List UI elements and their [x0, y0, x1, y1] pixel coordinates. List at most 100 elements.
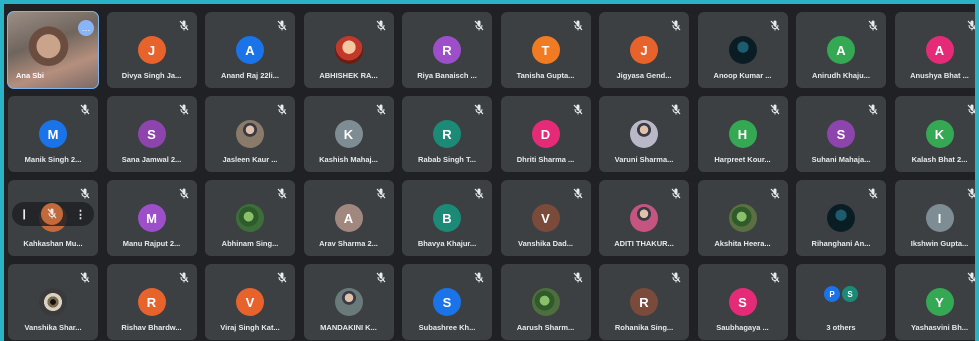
participant-tile[interactable]: A Anushya Bhat ... — [894, 12, 975, 88]
mic-off-icon — [80, 271, 90, 283]
mic-off-icon — [376, 271, 386, 283]
participant-name: Riya Banaisch ... — [417, 71, 477, 80]
participant-name: Arav Sharma 2... — [319, 239, 378, 248]
participant-tile[interactable]: D Dhriti Sharma ... — [500, 96, 591, 172]
avatar: K — [334, 120, 363, 148]
avatar: H — [728, 120, 757, 148]
participant-name: Kalash Bhat 2... — [911, 155, 968, 164]
participant-tile[interactable]: S Saubhagaya ... — [697, 264, 788, 340]
mic-off-icon — [967, 103, 975, 115]
mic-off-icon — [967, 19, 975, 31]
avatar: D — [531, 120, 560, 148]
mic-off-icon — [376, 19, 386, 31]
participant-tile[interactable]: V Viraj Singh Kat... — [205, 264, 295, 340]
participant-tile[interactable]: K Kalash Bhat 2... — [894, 96, 975, 172]
mic-off-icon — [770, 19, 780, 31]
avatar — [630, 204, 658, 232]
avatar: S — [137, 120, 166, 148]
avatar — [334, 288, 363, 316]
participant-tile[interactable]: ADITI THAKUR... — [599, 180, 689, 256]
participant-name: Akshita Heera... — [714, 239, 771, 248]
avatar: V — [531, 204, 560, 232]
participant-tile[interactable]: J Jigyasa Gend... — [599, 12, 689, 88]
mic-off-icon — [277, 19, 287, 31]
participant-tile[interactable]: Anoop Kumar ... — [697, 12, 788, 88]
mic-off-icon — [770, 271, 780, 283]
participant-name: Divya Singh Ja... — [121, 71, 182, 80]
mic-off-icon — [573, 271, 583, 283]
participant-name: Rohanika Sing... — [614, 323, 674, 332]
participant-name: Jigyasa Gend... — [616, 71, 672, 80]
participant-name: Anushya Bhat ... — [910, 71, 969, 80]
participant-tile[interactable]: V Vanshika Dad... — [500, 180, 591, 256]
participant-name: Ikshwin Gupta... — [910, 239, 969, 248]
more-options-icon[interactable]: … — [78, 20, 94, 36]
participant-tile[interactable]: A Arav Sharma 2... — [303, 180, 394, 256]
participant-tile[interactable]: A Anirudh Khaju... — [796, 12, 886, 88]
participant-tile[interactable]: ABHISHEK RA... — [303, 12, 394, 88]
participant-tile[interactable]: T Tanisha Gupta... — [500, 12, 591, 88]
mic-off-icon — [179, 103, 189, 115]
participant-tile[interactable]: S Sana Jamwal 2... — [106, 96, 197, 172]
avatar: S — [842, 286, 858, 302]
participant-tile[interactable]: R Rabab Singh T... — [402, 96, 492, 172]
mute-participant-button[interactable] — [40, 203, 63, 225]
avatar — [630, 120, 658, 148]
participant-tile[interactable]: Varuni Sharma... — [599, 96, 689, 172]
tile-hover-controls: ❙ ⋮ — [12, 202, 94, 226]
participant-tile[interactable]: A Anand Raj 22li... — [205, 12, 295, 88]
participant-name: Aarush Sharm... — [516, 323, 575, 332]
participant-tile[interactable]: R Rishav Bhardw... — [106, 264, 197, 340]
participant-tile[interactable]: S Suhani Mahaja... — [796, 96, 886, 172]
participant-name: Manu Rajput 2... — [122, 239, 181, 248]
participant-tile[interactable]: PS 3 others — [796, 264, 886, 340]
avatar — [236, 120, 264, 148]
avatar: Y — [925, 288, 954, 316]
avatar: S — [433, 288, 461, 316]
participant-name: 3 others — [826, 323, 856, 332]
mic-off-icon — [277, 103, 287, 115]
participant-tile[interactable]: Jasleen Kaur ... — [205, 96, 295, 172]
avatar: J — [630, 36, 658, 64]
participant-tile[interactable]: Aarush Sharm... — [500, 264, 591, 340]
participant-tile[interactable]: B Bhavya Khajur... — [402, 180, 492, 256]
mic-off-icon — [868, 187, 878, 199]
mic-off-icon — [474, 19, 484, 31]
participant-tile[interactable]: R Riya Banaisch ... — [402, 12, 492, 88]
participant-name: Manik Singh 2... — [24, 155, 82, 164]
avatar: S — [827, 120, 855, 148]
participant-tile[interactable]: R Rohanika Sing... — [599, 264, 689, 340]
participant-tile[interactable]: M Manik Singh 2... — [8, 96, 98, 172]
participant-grid: … Ana Sbi J Divya Singh Ja... A Anand Raj 22l… — [7, 11, 975, 340]
avatar: A — [925, 36, 954, 64]
participant-tile[interactable]: M Manu Rajput 2... — [106, 180, 197, 256]
participant-tile[interactable]: J Divya Singh Ja... — [106, 12, 197, 88]
mic-off-icon — [671, 271, 681, 283]
avatar: R — [433, 120, 461, 148]
avatar — [728, 204, 757, 232]
participant-tile[interactable]: I Ikshwin Gupta... — [894, 180, 975, 256]
participant-tile[interactable]: K❙⋮Kahkashan Mu... — [8, 180, 98, 256]
participant-name: Harpreet Kour... — [714, 155, 771, 164]
avatar: A — [827, 36, 855, 64]
participant-tile[interactable]: Rihanghani An... — [796, 180, 886, 256]
self-tile[interactable]: … Ana Sbi — [7, 11, 99, 89]
participant-tile[interactable]: MANDAKINI K... — [303, 264, 394, 340]
more-options-icon[interactable]: ⋮ — [75, 208, 86, 221]
avatar: A — [334, 204, 363, 232]
avatar — [827, 204, 855, 232]
avatar: K — [925, 120, 954, 148]
participant-tile[interactable]: S Subashree Kh... — [402, 264, 492, 340]
participant-tile[interactable]: K Kashish Mahaj... — [303, 96, 394, 172]
pin-icon[interactable]: ❙ — [20, 209, 28, 220]
mic-off-icon — [179, 187, 189, 199]
avatar: P — [824, 286, 840, 302]
participant-tile[interactable]: Vanshika Shar... — [8, 264, 98, 340]
participant-tile[interactable]: H Harpreet Kour... — [697, 96, 788, 172]
mic-off-icon — [179, 19, 189, 31]
participant-tile[interactable]: Y Yashasvini Bh... — [894, 264, 975, 340]
avatar: A — [236, 36, 264, 64]
participant-tile[interactable]: Akshita Heera... — [697, 180, 788, 256]
participant-tile[interactable]: Abhinam Sing... — [205, 180, 295, 256]
participant-name: Subashree Kh... — [418, 323, 476, 332]
